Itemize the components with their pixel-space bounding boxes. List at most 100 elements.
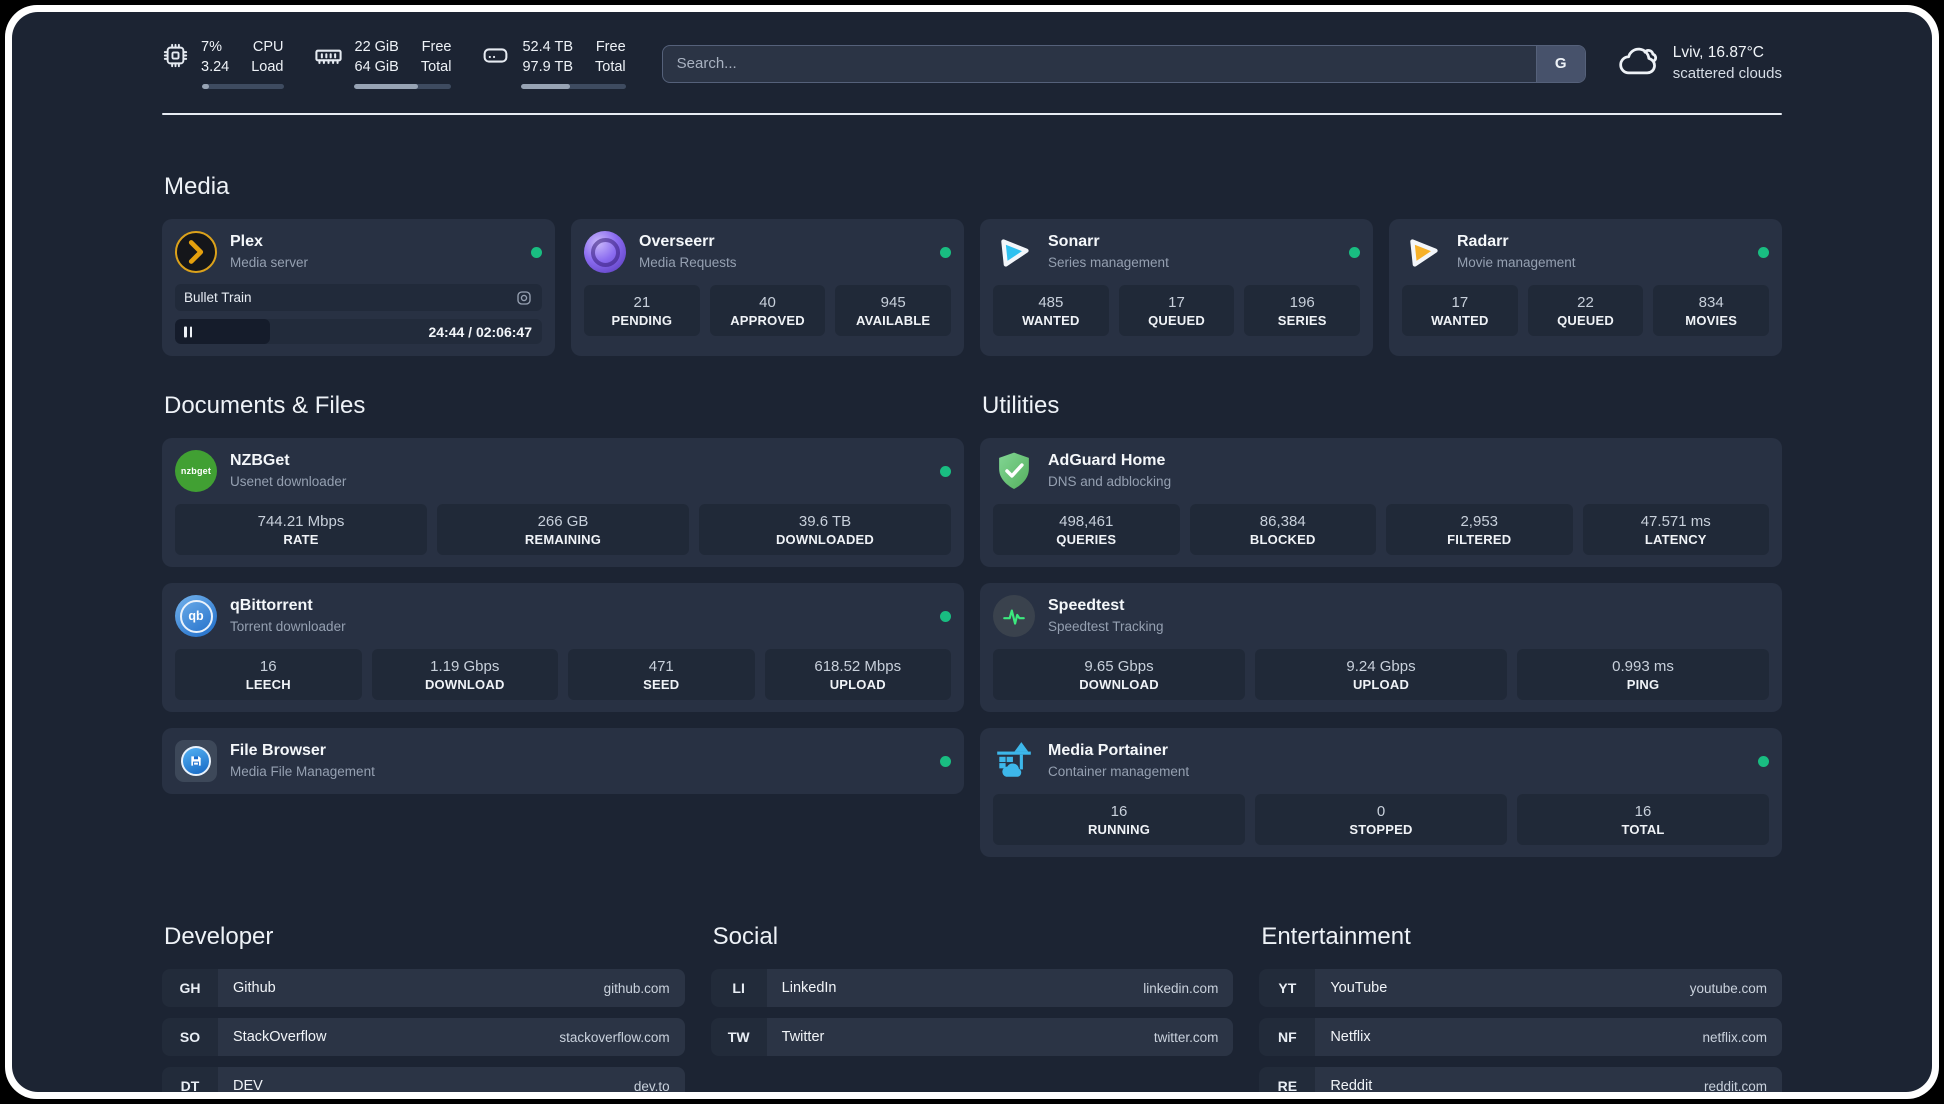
playback-progress-bar[interactable]: 24:44 / 02:06:47: [175, 319, 542, 345]
stat-value: 86,384: [1259, 513, 1306, 531]
cpu-progress-track: [202, 84, 284, 90]
link-stackoverflow[interactable]: SO StackOverflow stackoverflow.com: [162, 1018, 685, 1057]
stat-value: 834: [1698, 294, 1724, 312]
link-abbr: NF: [1259, 1018, 1316, 1057]
cpu-stat: 7% 3.24 CPU Load: [162, 38, 284, 90]
stat-value: 21: [633, 294, 651, 312]
search-engine-button[interactable]: G: [1535, 45, 1585, 82]
stat-label: WANTED: [1431, 313, 1489, 329]
stat-label: AVAILABLE: [856, 313, 931, 329]
app-name: Sonarr: [1048, 233, 1100, 251]
weather-widget: Lviv, 16.87°C scattered clouds: [1616, 39, 1782, 88]
stat-available: 945 AVAILABLE: [835, 285, 952, 337]
link-abbr: DT: [162, 1067, 218, 1092]
cpu-usage: 7%: [201, 39, 222, 55]
app-card-overseerr[interactable]: Overseerr Media Requests 21 PENDING 40 A…: [571, 219, 964, 357]
section-title-utilities: Utilities: [982, 392, 1060, 420]
pause-icon: [184, 326, 192, 338]
app-card-speedtest[interactable]: Speedtest Speedtest Tracking 9.65 Gbps D…: [980, 583, 1782, 713]
app-card-sonarr[interactable]: Sonarr Series management 485 WANTED 17 Q…: [980, 219, 1373, 357]
stat-value: 17: [1451, 294, 1469, 312]
stat-label: REMAINING: [524, 532, 602, 548]
status-online-dot: [1758, 755, 1769, 767]
stat-queued: 22 QUEUED: [1527, 285, 1644, 337]
stat-value: 0: [1376, 803, 1386, 821]
app-card-portainer[interactable]: Media Portainer Container management 16 …: [980, 728, 1782, 858]
link-linkedin[interactable]: LI LinkedIn linkedin.com: [710, 969, 1234, 1008]
link-github[interactable]: GH Github github.com: [162, 969, 685, 1008]
stat-value: 17: [1168, 294, 1185, 312]
memory-label-1: Free: [421, 39, 452, 55]
stat-value: 485: [1038, 294, 1064, 312]
app-card-plex[interactable]: Plex Media server Bullet Train 24:44 / 0…: [162, 219, 555, 357]
app-card-filebrowser[interactable]: File Browser Media File Management: [162, 728, 964, 795]
stat-value: 196: [1289, 294, 1315, 312]
stat-value: 266 GB: [537, 513, 589, 531]
plex-icon: [175, 231, 217, 274]
overseerr-icon: [584, 231, 626, 274]
system-stats: 7% 3.24 CPU Load 22 GiB 64 GiB Free Tota…: [162, 38, 626, 90]
link-name: Reddit: [1330, 1078, 1373, 1092]
link-abbr: LI: [710, 969, 767, 1008]
status-online-dot: [1758, 246, 1769, 258]
app-card-radarr[interactable]: Radarr Movie management 17 WANTED 22 QUE…: [1389, 219, 1782, 357]
media-grid: Plex Media server Bullet Train 24:44 / 0…: [162, 219, 1782, 357]
stat-label: QUEUED: [1148, 313, 1205, 329]
memory-stat: 22 GiB 64 GiB Free Total: [314, 38, 452, 90]
stat-wanted: 485 WANTED: [993, 285, 1109, 337]
app-subtitle: Container management: [1048, 764, 1190, 780]
stat-upload: 9.24 Gbps UPLOAD: [1255, 649, 1507, 701]
link-url: stackoverflow.com: [559, 1029, 670, 1045]
stat-label: STOPPED: [1349, 822, 1413, 838]
status-online-dot: [940, 465, 951, 477]
app-subtitle: Usenet downloader: [230, 474, 347, 490]
stat-download: 1.19 Gbps DOWNLOAD: [371, 649, 558, 701]
search-bar: G: [661, 44, 1586, 83]
link-twitter[interactable]: TW Twitter twitter.com: [710, 1018, 1234, 1057]
link-netflix[interactable]: NF Netflix netflix.com: [1259, 1018, 1782, 1057]
link-name: Twitter: [781, 1029, 825, 1046]
app-subtitle: Movie management: [1457, 255, 1576, 271]
stat-label: UPLOAD: [829, 677, 886, 693]
app-card-adguard[interactable]: AdGuard Home DNS and adblocking 498,461 …: [980, 438, 1782, 568]
link-abbr: GH: [162, 969, 218, 1008]
link-dev[interactable]: DT DEV dev.to: [162, 1067, 685, 1092]
link-name: Github: [233, 980, 276, 997]
stat-value: 16: [1110, 803, 1128, 821]
disk-label-2: Total: [595, 58, 626, 75]
app-name: Plex: [230, 233, 263, 251]
disk-free: 52.4 TB: [522, 39, 574, 55]
memory-total: 64 GiB: [354, 58, 399, 75]
link-url: dev.to: [633, 1078, 670, 1092]
radarr-icon: [1402, 231, 1444, 273]
stat-filtered: 2,953 FILTERED: [1386, 504, 1573, 556]
app-name: Overseerr: [639, 233, 715, 251]
dashboard: 7% 3.24 CPU Load 22 GiB 64 GiB Free Tota…: [0, 0, 1944, 1104]
stat-running: 16 RUNNING: [993, 794, 1245, 846]
stat-approved: 40 APPROVED: [709, 285, 826, 337]
search-input[interactable]: [661, 44, 1586, 83]
section-title-social: Social: [712, 923, 779, 951]
app-name: File Browser: [230, 742, 327, 760]
app-subtitle: Media server: [230, 255, 309, 271]
stat-total: 16 TOTAL: [1517, 794, 1769, 846]
disk-label-1: Free: [595, 39, 626, 55]
adguard-icon: [993, 450, 1035, 492]
stat-label: MOVIES: [1685, 313, 1738, 329]
memory-label-2: Total: [420, 58, 452, 75]
link-abbr: TW: [710, 1018, 767, 1057]
app-subtitle: Media Requests: [639, 255, 737, 271]
stat-label: APPROVED: [730, 313, 805, 329]
link-reddit[interactable]: RE Reddit reddit.com: [1259, 1067, 1782, 1092]
stat-value: 16: [259, 658, 277, 676]
app-card-qbittorrent[interactable]: qb qBittorrent Torrent downloader 16 LEE…: [162, 583, 964, 713]
app-card-nzbget[interactable]: nzbget NZBGet Usenet downloader 744.21 M…: [162, 438, 964, 568]
stat-value: 47.571 ms: [1640, 513, 1711, 531]
stat-blocked: 86,384 BLOCKED: [1189, 504, 1376, 556]
app-name: Speedtest: [1048, 597, 1125, 615]
stat-value: 0.993 ms: [1612, 658, 1674, 676]
link-url: netflix.com: [1702, 1029, 1767, 1045]
memory-progress-fill: [353, 84, 419, 90]
link-youtube[interactable]: YT YouTube youtube.com: [1259, 969, 1782, 1008]
nzbget-icon-text: nzbget: [180, 466, 212, 477]
